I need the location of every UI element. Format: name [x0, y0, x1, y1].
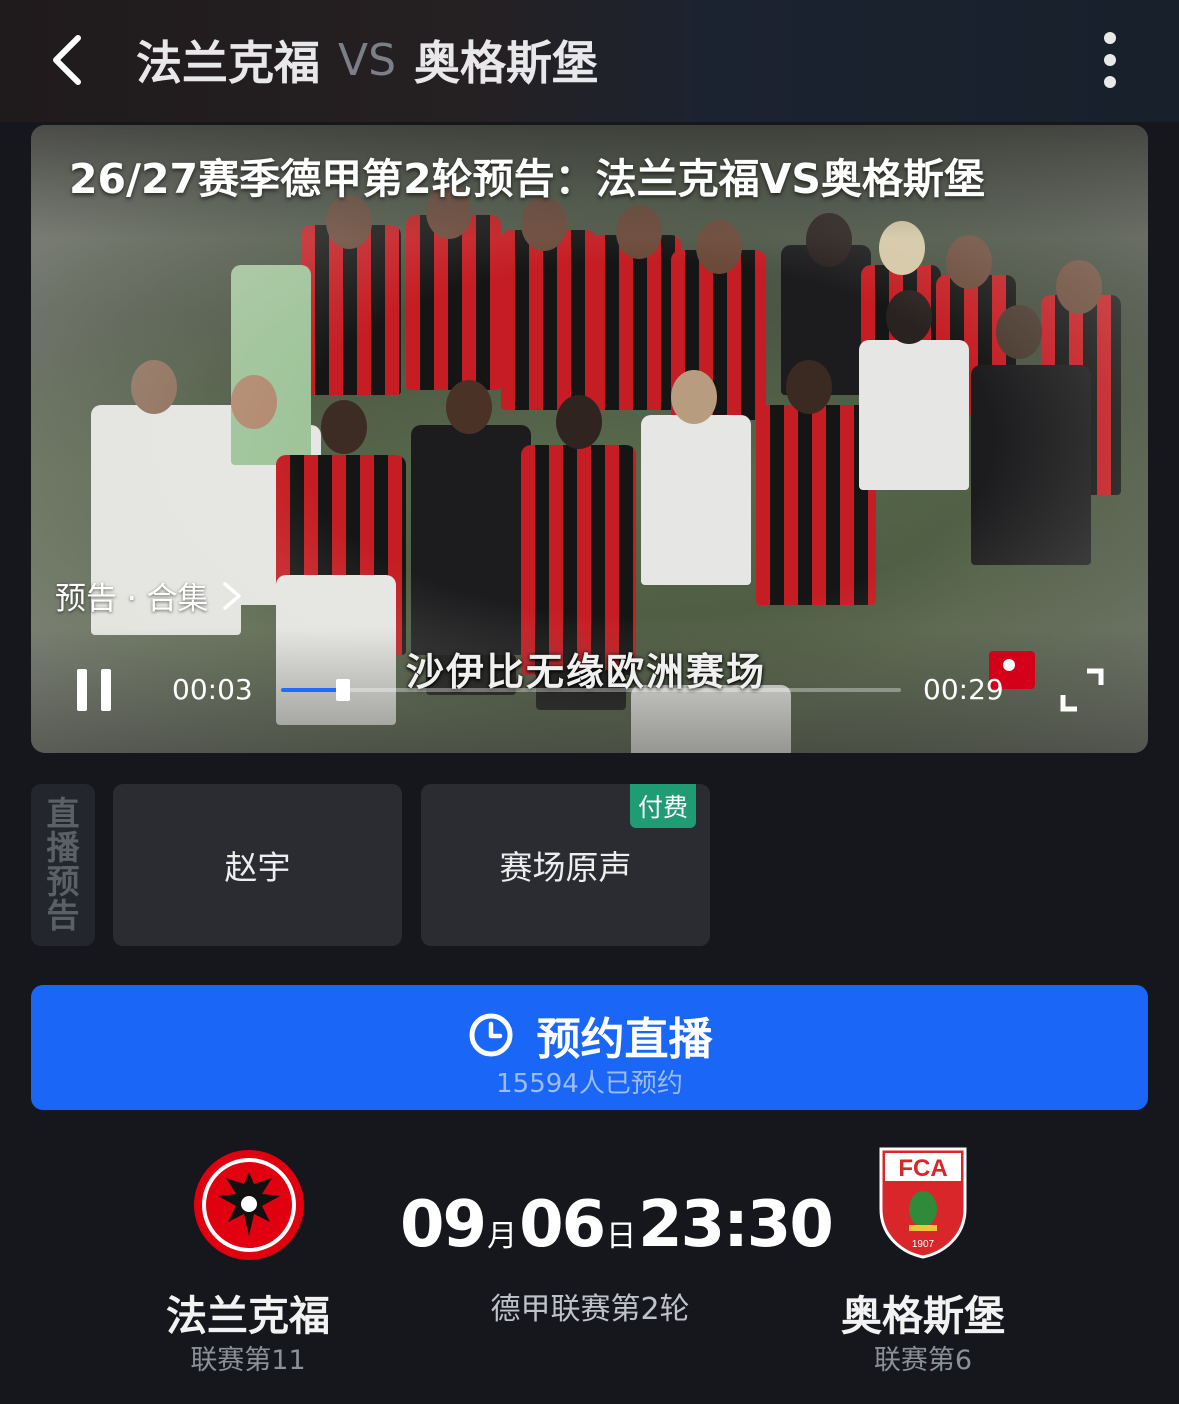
match-day: 06 — [519, 1188, 606, 1262]
pause-icon[interactable] — [77, 669, 117, 711]
commentary-label: 赛场原声 — [499, 848, 632, 887]
match-time: 23:30 — [638, 1188, 834, 1262]
collection-label: 预告 · 合集 — [55, 581, 209, 617]
reserve-live-button[interactable]: 预约直播 15594人已预约 — [31, 985, 1148, 1110]
day-unit: 日 — [606, 1219, 637, 1254]
reserve-count: 15594人已预约 — [496, 1069, 683, 1099]
commentary-label: 赵宇 — [224, 848, 291, 887]
total-time: 00:29 — [923, 673, 1004, 706]
commentary-option-zhaoyu[interactable]: 赵宇 — [113, 784, 402, 946]
paid-badge: 付费 — [629, 784, 696, 828]
video-title: 26/27赛季德甲第2轮预告：法兰克福VS奥格斯堡 — [69, 155, 985, 203]
chevron-right-icon — [222, 581, 241, 610]
commentary-option-stadium-sound[interactable]: 赛场原声 付费 — [421, 784, 710, 946]
more-options-icon[interactable] — [1090, 30, 1130, 90]
header-away-team: 奥格斯堡 — [414, 36, 599, 90]
progress-thumb[interactable] — [336, 679, 350, 701]
clock-icon — [469, 1013, 512, 1057]
current-time: 00:03 — [172, 673, 253, 706]
away-team-rank: 联赛第6 — [873, 1345, 973, 1376]
progress-fill — [281, 688, 343, 692]
eintracht-frankfurt-logo[interactable] — [192, 1148, 306, 1262]
away-team-name[interactable]: 奥格斯堡 — [773, 1282, 1073, 1342]
home-team-rank: 联赛第11 — [190, 1345, 306, 1376]
match-datetime: 09月06日23:30 — [400, 1188, 834, 1262]
match-month: 09 — [400, 1188, 487, 1262]
live-preview-tag: 直 播 预 告 — [31, 784, 95, 946]
top-nav-bar: 法兰克福 VS 奥格斯堡 — [0, 0, 1179, 122]
home-team-name[interactable]: 法兰克福 — [98, 1282, 398, 1342]
video-player[interactable]: 26/27赛季德甲第2轮预告：法兰克福VS奥格斯堡 预告 · 合集 沙伊比无缘欧… — [31, 125, 1148, 753]
fca-logo-text: FCA — [898, 1155, 947, 1182]
header-vs: VS — [338, 34, 397, 86]
reserve-label: 预约直播 — [536, 1014, 713, 1065]
progress-bar[interactable] — [281, 679, 901, 701]
fca-logo-year: 1907 — [912, 1239, 935, 1250]
fullscreen-icon[interactable] — [1057, 665, 1107, 715]
match-round: 德甲联赛第2轮 — [490, 1292, 690, 1327]
back-arrow-icon[interactable] — [44, 30, 94, 90]
collection-link[interactable]: 预告 · 合集 — [55, 573, 245, 618]
fc-augsburg-logo[interactable]: FCA 1907 — [879, 1147, 967, 1259]
page-title: 法兰克福 VS 奥格斯堡 — [136, 28, 598, 92]
header-home-team: 法兰克福 — [136, 36, 320, 90]
month-unit: 月 — [487, 1219, 518, 1254]
